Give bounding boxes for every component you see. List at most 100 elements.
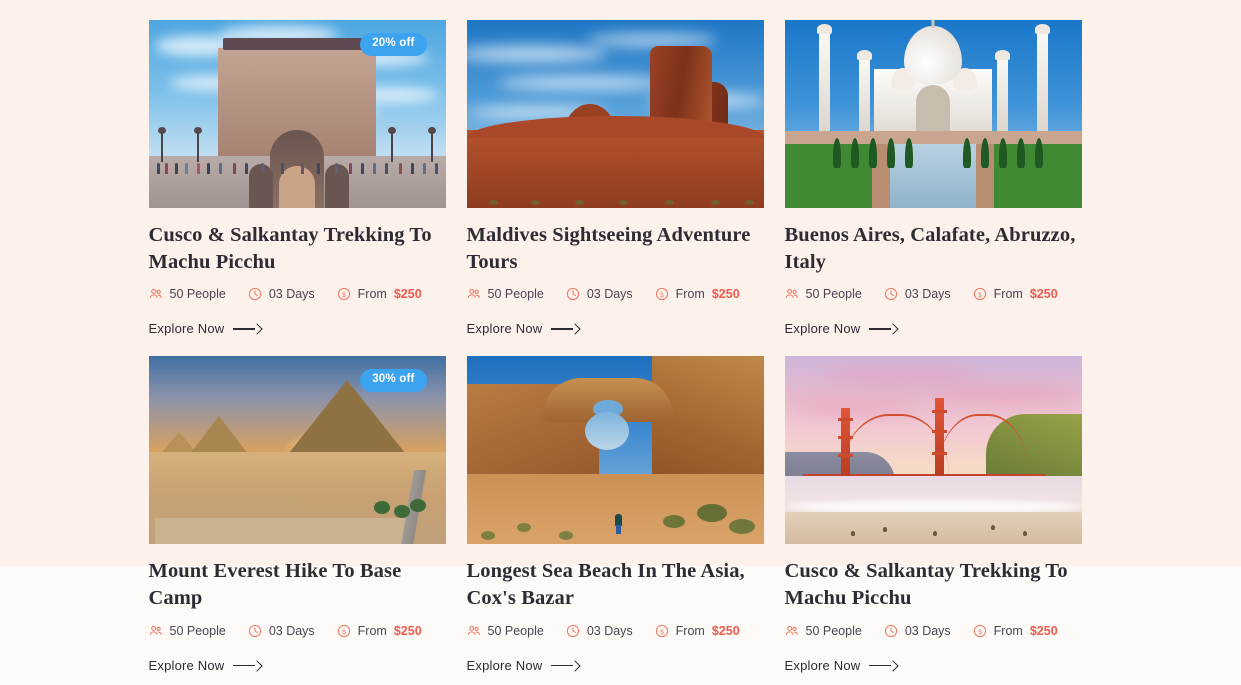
dollar-circle-icon: $ [655,288,668,301]
tour-photo-giza-pyramids[interactable]: 30% off [148,356,446,545]
people-icon [785,289,798,299]
people-icon [467,289,480,299]
people-label: 50 People [805,623,862,638]
bridge-tower [931,398,947,481]
explore-now-link[interactable]: Explore Now [785,321,900,336]
duration-label: 03 Days [268,623,315,638]
explore-now-label: Explore Now [148,321,225,337]
arrow-right-icon [869,660,899,670]
price-amount: $250 [711,623,740,638]
palm-cluster [409,499,426,513]
dollar-circle-icon: $ [655,624,668,637]
minaret [1034,24,1050,131]
tour-meta: 50 People 03 Days $ From $250 [149,287,446,301]
explore-now-label: Explore Now [784,321,861,337]
explore-now-label: Explore Now [148,657,225,673]
people-label: 50 People [169,623,226,638]
price-meta: $ From $250 [655,287,740,301]
duration-meta: 03 Days [884,624,951,638]
tour-card[interactable]: 30% off Mount Everest Hike To Base Camp … [148,356,446,674]
price-meta: $ From $250 [337,624,422,638]
price-meta: $ From $250 [973,624,1058,638]
cloud-shape [466,46,607,62]
tour-card[interactable]: Buenos Aires, Calafate, Abruzzo, Italy 5… [784,20,1082,338]
bridge-tower [837,408,853,481]
explore-now-link[interactable]: Explore Now [467,321,582,336]
hiker-figure [615,514,622,535]
minaret [994,50,1010,131]
price-meta: $ From $250 [655,624,740,638]
tour-photo-gateway-of-india[interactable]: 20% off [148,20,446,208]
tour-meta: 50 People 03 Days $ From $250 [467,624,764,638]
dollar-circle-icon: $ [973,624,986,637]
price-prefix-label: From [993,287,1023,302]
desert-ridge [466,116,764,208]
tour-title: Buenos Aires, Calafate, Abruzzo, Italy [784,224,1076,273]
discount-badge: 30% off [360,369,427,392]
people-meta: 50 People [467,287,544,301]
people-label: 50 People [487,287,544,302]
palm-cluster [373,501,390,515]
tour-listing-page: 20% off Cusco & Salkantay Trekking To Ma… [0,0,1241,685]
crowd-of-people [149,152,446,174]
svg-text:$: $ [660,628,664,635]
tour-photo-taj-mahal[interactable] [784,20,1082,208]
svg-text:$: $ [342,628,346,635]
arrow-right-icon [869,324,899,334]
minaret [816,24,832,131]
tour-card[interactable]: Longest Sea Beach In The Asia, Cox's Baz… [466,356,764,674]
price-amount: $250 [711,287,740,302]
price-meta: $ From $250 [337,287,422,301]
tour-meta: 50 People 03 Days $ From $250 [467,287,764,301]
tour-title: Mount Everest Hike To Base Camp [148,560,402,609]
price-prefix-label: From [357,623,387,638]
dollar-circle-icon: $ [337,624,350,637]
explore-now-link[interactable]: Explore Now [785,658,900,673]
main-iwan-arch [916,85,950,131]
cloud-shape [496,76,667,90]
arrow-right-icon [233,324,263,334]
people-icon [785,625,798,635]
duration-label: 03 Days [268,287,315,302]
palm-cluster [393,505,410,519]
pyramid-great [284,380,409,459]
dollar-circle-icon: $ [973,288,986,301]
people-meta: 50 People [785,624,862,638]
tour-meta: 50 People 03 Days $ From $250 [785,287,1082,301]
tour-card[interactable]: Cusco & Salkantay Trekking To Machu Picc… [784,356,1082,674]
tour-photo-golden-gate-bridge[interactable] [784,356,1082,545]
tour-title: Cusco & Salkantay Trekking To Machu Picc… [148,224,432,273]
people-icon [149,289,162,299]
tour-photo-sandstone-arch[interactable] [466,356,764,545]
foreground-apron [154,518,406,545]
duration-label: 03 Days [586,623,633,638]
tour-card-grid: 20% off Cusco & Salkantay Trekking To Ma… [148,0,1093,675]
clock-icon [884,288,897,301]
svg-text:$: $ [978,292,982,299]
tour-meta: 50 People 03 Days $ From $250 [149,624,446,638]
explore-now-link[interactable]: Explore Now [149,658,264,673]
duration-meta: 03 Days [566,624,633,638]
explore-now-link[interactable]: Explore Now [467,658,582,673]
clock-icon [566,288,579,301]
svg-text:$: $ [660,292,664,299]
duration-label: 03 Days [586,287,633,302]
dollar-circle-icon: $ [337,288,350,301]
arrow-right-icon [551,660,581,670]
price-amount: $250 [1029,287,1058,302]
people-icon [149,625,162,635]
tour-photo-red-rock-butte[interactable] [466,20,764,208]
tour-card[interactable]: 20% off Cusco & Salkantay Trekking To Ma… [148,20,446,338]
clock-icon [248,288,261,301]
tour-card[interactable]: Maldives Sightseeing Adventure Tours 50 … [466,20,764,338]
clock-icon [884,624,897,637]
duration-label: 03 Days [904,623,951,638]
arrow-right-icon [233,660,263,670]
explore-now-label: Explore Now [784,657,861,673]
arrow-right-icon [551,324,581,334]
clock-icon [566,624,579,637]
lower-arch-opening [584,412,629,451]
tour-meta: 50 People 03 Days $ From $250 [785,624,1082,638]
price-prefix-label: From [993,623,1023,638]
explore-now-link[interactable]: Explore Now [149,321,264,336]
